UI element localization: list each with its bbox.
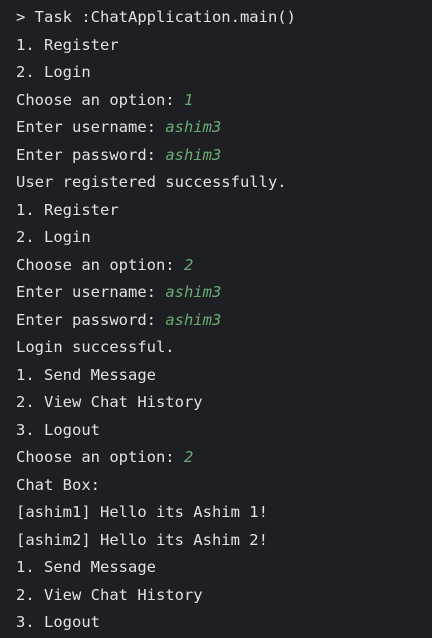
console-text: 1. Send Message — [16, 558, 156, 576]
console-user-input: ashim3 — [165, 310, 222, 329]
console-line-registered: User registered successfully. — [16, 169, 432, 197]
console-text: [ashim1] Hello its Ashim 1! — [16, 503, 268, 521]
console-line-menu-logout: 3. Logout — [16, 417, 432, 445]
console-text: Enter username: — [16, 118, 166, 136]
console-text: 3. Logout — [16, 420, 100, 439]
console-text: User registered successfully. — [16, 173, 287, 191]
console-line-menu-history: 2. View Chat History — [16, 389, 432, 417]
console-line-username: Enter username: ashim3 — [16, 279, 432, 307]
console-text: Choose an option: — [16, 255, 184, 274]
console-user-input: 1 — [183, 90, 194, 109]
console-text: [ashim2] Hello its Ashim 2! — [16, 530, 268, 549]
console-text: 2. Login — [16, 228, 91, 246]
console-text: 2. View Chat History — [16, 585, 203, 604]
console-user-input: 2 — [183, 448, 194, 466]
console-line-chat-box: Chat Box: — [16, 472, 432, 500]
console-user-input: ashim3 — [165, 283, 222, 301]
console-text: Login successful. — [16, 338, 175, 356]
console-text: 2. View Chat History — [16, 393, 203, 411]
console-line-menu-logout: 3. Logout — [16, 609, 432, 637]
console-line-menu-send: 1. Send Message — [16, 554, 432, 582]
console-line-choose-option: Choose an option: 2 — [16, 444, 432, 472]
console-line-menu-history: 2. View Chat History — [16, 582, 432, 610]
console-text: 1. Send Message — [16, 365, 156, 384]
console-user-input: 2 — [183, 255, 194, 274]
console-text: 1. Register — [16, 200, 119, 219]
console-text: Enter password: — [16, 310, 166, 329]
console-user-input: ashim3 — [165, 145, 222, 164]
console-line-menu-send: 1. Send Message — [16, 362, 432, 390]
console-text: 3. Logout — [16, 613, 100, 631]
console-line-task: > Task :ChatApplication.main() — [16, 4, 432, 32]
console-line-menu-register: 1. Register — [16, 197, 432, 225]
console-line-chat-message: [ashim2] Hello its Ashim 2! — [16, 527, 432, 555]
console-line-menu-login: 2. Login — [16, 59, 432, 87]
console-line-choose-option: Choose an option: 2 — [16, 252, 432, 280]
console-line-chat-message: [ashim1] Hello its Ashim 1! — [16, 499, 432, 527]
console-line-password: Enter password: ashim3 — [16, 142, 432, 170]
console-text: Enter username: — [16, 283, 166, 301]
console-text: Chat Box: — [16, 475, 100, 494]
console-line-menu-login: 2. Login — [16, 224, 432, 252]
console-text: Choose an option: — [16, 90, 184, 109]
console-line-login-success: Login successful. — [16, 334, 432, 362]
console-line-menu-register: 1. Register — [16, 32, 432, 60]
console-line-password: Enter password: ashim3 — [16, 307, 432, 335]
run-console-output[interactable]: > Task :ChatApplication.main() 1. Regist… — [0, 0, 432, 638]
console-line-username: Enter username: ashim3 — [16, 114, 432, 142]
console-user-input: ashim3 — [165, 118, 222, 136]
console-text: 1. Register — [16, 35, 119, 54]
console-text: > Task :ChatApplication.main() — [16, 8, 296, 26]
console-text: Enter password: — [16, 145, 166, 164]
console-line-choose-option: Choose an option: 1 — [16, 87, 432, 115]
console-text: Choose an option: — [16, 448, 184, 466]
console-text: 2. Login — [16, 63, 91, 81]
